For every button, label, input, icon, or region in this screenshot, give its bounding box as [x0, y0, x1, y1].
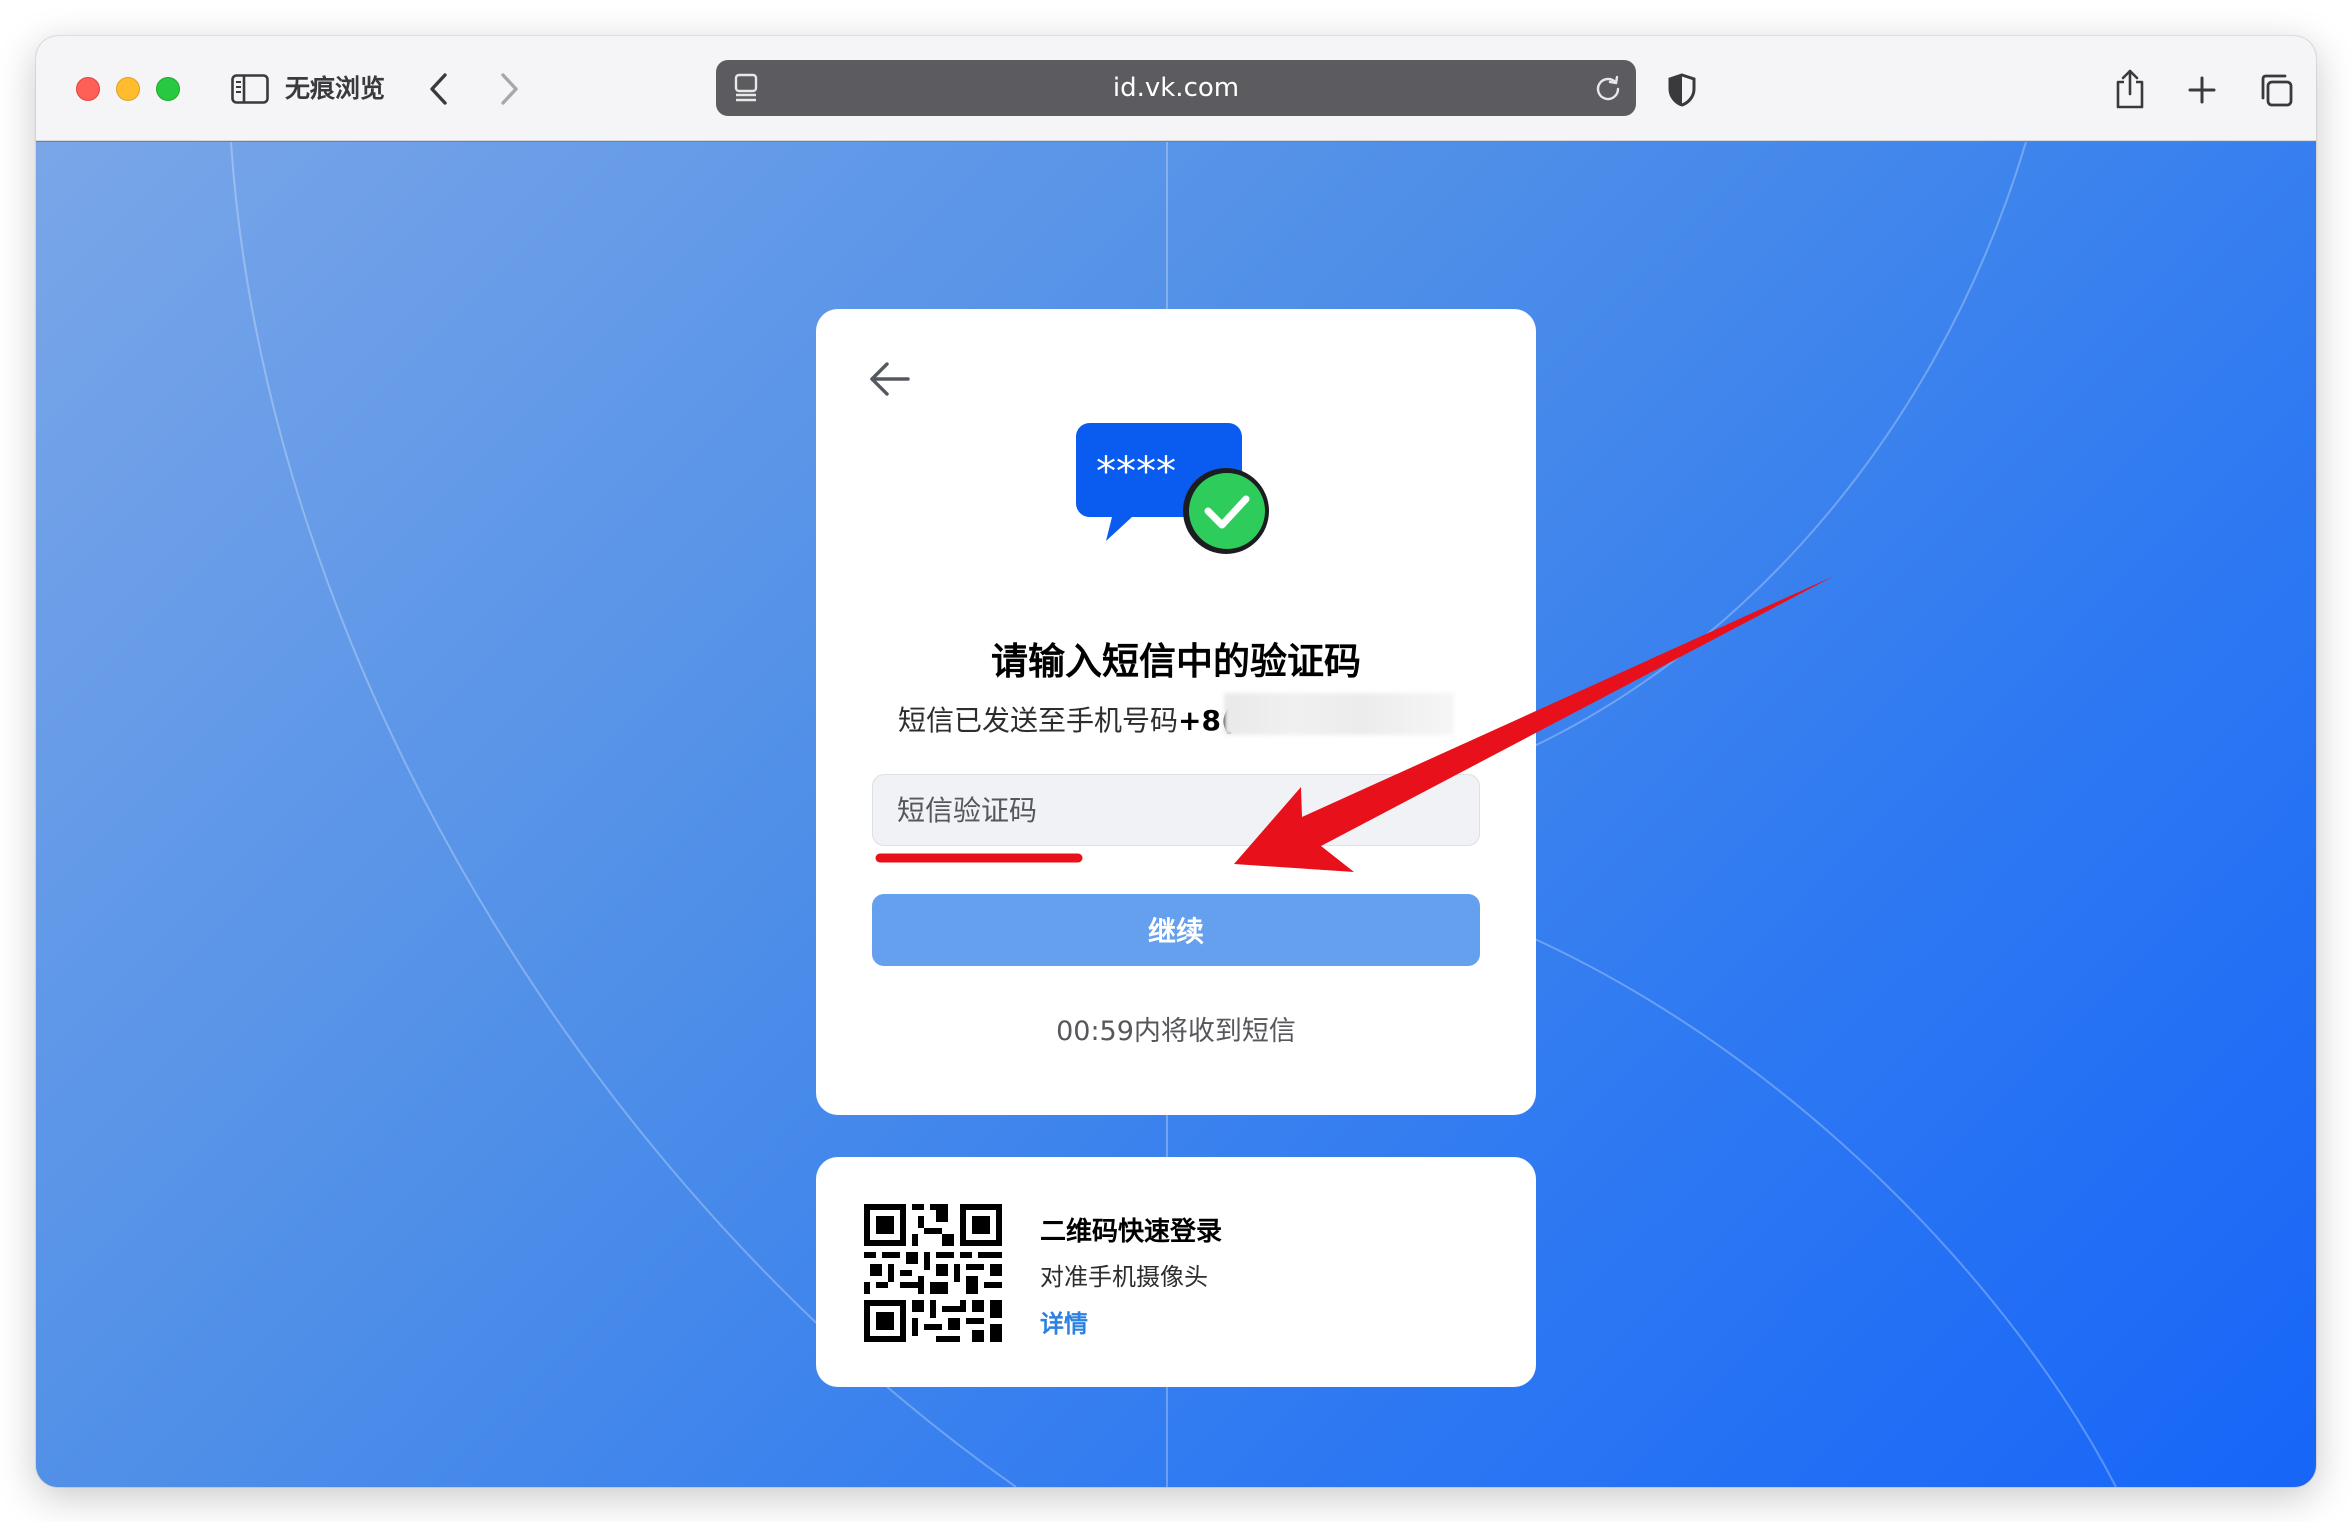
resend-timer: 00:59内将收到短信: [1056, 1016, 1296, 1047]
sms-code-input[interactable]: [872, 774, 1480, 846]
page-title: 请输入短信中的验证码: [991, 640, 1361, 683]
sms-sent-text: 短信已发送至手机号码+8(: [898, 699, 1234, 739]
masked-code: ****: [1096, 449, 1176, 495]
page-content: **** 请输入短信中的验证码 短信已发送至手机号码+8( 继续 00:59内将…: [36, 142, 2316, 1487]
minimize-window-button[interactable]: [116, 77, 140, 101]
qr-login-card[interactable]: 二维码快速登录 对准手机摄像头 详情: [816, 1157, 1536, 1387]
back-arrow-icon[interactable]: [868, 359, 912, 403]
shield-icon[interactable]: [1664, 70, 1700, 110]
sms-check-icon: ****: [1076, 419, 1276, 563]
browser-window: 无痕浏览 id.vk.com **** 请输入短信中的验证码 短信已发送至手机号…: [36, 36, 2316, 1487]
continue-button[interactable]: 继续: [872, 894, 1480, 966]
share-icon[interactable]: [2110, 66, 2150, 112]
plus-icon[interactable]: [2184, 72, 2220, 108]
chevron-left-icon[interactable]: [424, 70, 454, 108]
chevron-right-icon[interactable]: [494, 70, 524, 108]
reload-icon[interactable]: [1592, 72, 1624, 104]
sms-verification-card: **** 请输入短信中的验证码 短信已发送至手机号码+8( 继续 00:59内将…: [816, 309, 1536, 1115]
qr-login-title: 二维码快速登录: [1040, 1217, 1223, 1247]
qr-login-subtitle: 对准手机摄像头: [1040, 1263, 1208, 1291]
url-text[interactable]: id.vk.com: [716, 60, 1636, 116]
phone-number-redaction: [1224, 693, 1454, 735]
close-window-button[interactable]: [76, 77, 100, 101]
private-browsing-label[interactable]: 无痕浏览: [285, 72, 385, 106]
zoom-window-button[interactable]: [156, 77, 180, 101]
sidebar-icon[interactable]: [230, 72, 270, 106]
qr-code-icon: [864, 1204, 1002, 1346]
tabs-icon[interactable]: [2256, 70, 2296, 110]
qr-details-link[interactable]: 详情: [1040, 1304, 1088, 1339]
address-bar[interactable]: id.vk.com: [716, 60, 1636, 116]
sms-sent-prefix: 短信已发送至手机号码: [898, 704, 1179, 737]
browser-toolbar: 无痕浏览 id.vk.com: [36, 36, 2316, 141]
